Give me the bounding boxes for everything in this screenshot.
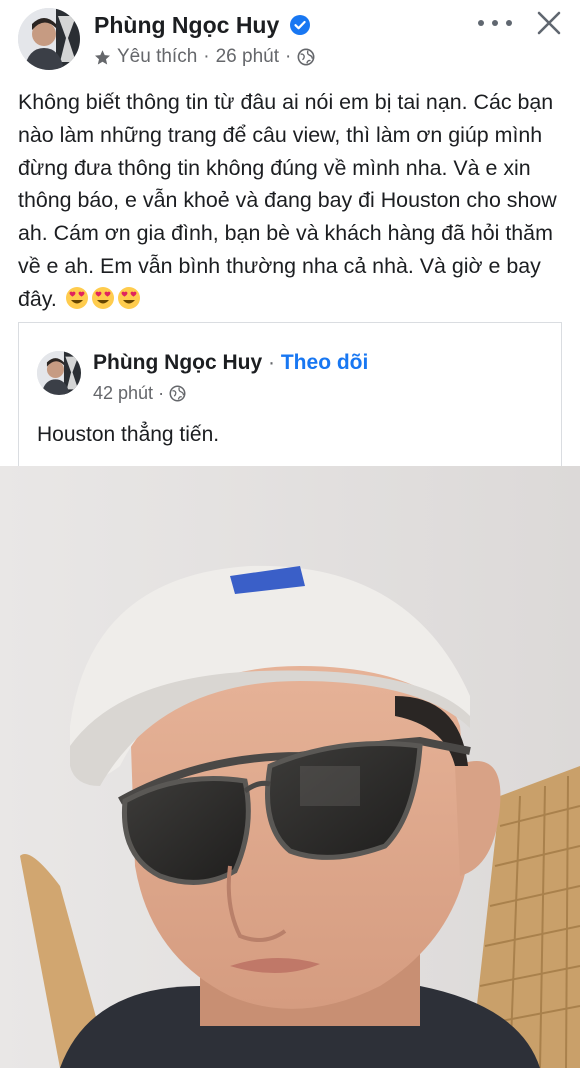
shared-author-line: Phùng Ngọc Huy · Theo dõi xyxy=(93,351,368,375)
post-meta: Yêu thích · 26 phút · xyxy=(94,46,315,68)
shared-post-text: Houston thẳng tiến. xyxy=(37,423,220,446)
post-time[interactable]: 26 phút xyxy=(216,46,279,68)
verified-badge-icon xyxy=(289,15,310,35)
author-avatar[interactable] xyxy=(18,8,80,70)
post-body: Không biết thông tin từ đâu ai nói em bị… xyxy=(18,90,557,311)
meta-separator-2: · xyxy=(285,46,292,67)
star-icon xyxy=(95,49,110,64)
heart-eyes-emoji-icon xyxy=(117,286,140,309)
meta-separator: · xyxy=(203,46,210,67)
author-name-text[interactable]: Phùng Ngọc Huy xyxy=(94,12,279,38)
more-options-icon[interactable] xyxy=(478,14,512,32)
close-icon[interactable] xyxy=(534,8,564,38)
post-text: Không biết thông tin từ đâu ai nói em bị… xyxy=(18,86,566,316)
heart-eyes-emoji-icon xyxy=(65,286,88,309)
shared-post-time[interactable]: 42 phút xyxy=(93,383,153,404)
post-header: Phùng Ngọc Huy Yêu thích · 26 phút · xyxy=(0,0,580,80)
shared-post-card[interactable]: Phùng Ngọc Huy · Theo dõi 42 phút · Hous… xyxy=(18,322,562,472)
selfie-image xyxy=(0,466,580,1068)
globe-icon[interactable] xyxy=(169,385,186,402)
author-name[interactable]: Phùng Ngọc Huy xyxy=(94,12,310,39)
follow-link[interactable]: Theo dõi xyxy=(281,351,369,374)
shared-separator: · xyxy=(268,351,276,374)
shared-author-name[interactable]: Phùng Ngọc Huy xyxy=(93,351,262,374)
shared-post-meta: 42 phút · xyxy=(93,383,186,404)
shared-author-avatar[interactable] xyxy=(37,351,81,395)
post-photo[interactable] xyxy=(0,466,580,1068)
globe-icon[interactable] xyxy=(297,48,315,66)
shared-time-separator: · xyxy=(158,383,165,403)
reaction-label: Yêu thích xyxy=(117,46,198,67)
heart-eyes-emoji-icon xyxy=(91,286,114,309)
